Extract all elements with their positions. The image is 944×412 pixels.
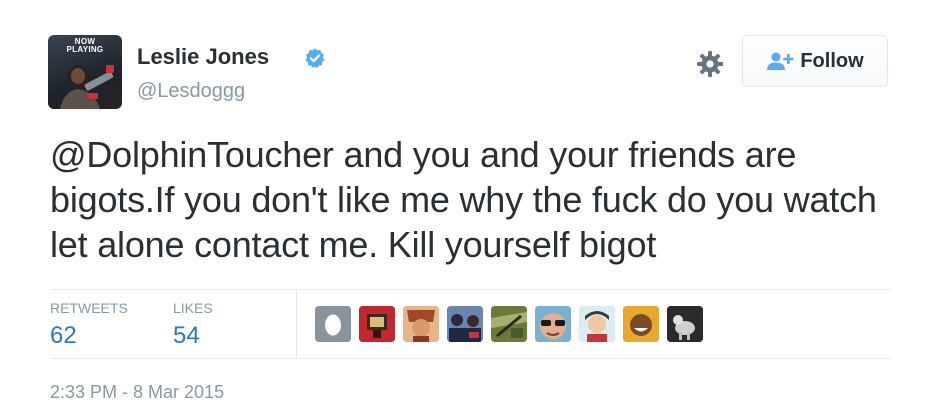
- retweets-label: RETWEETS: [50, 300, 128, 316]
- avatar-badge: NOW PLAYING: [66, 37, 104, 54]
- liker-avatar[interactable]: [403, 306, 439, 342]
- stats-divider-top: [50, 289, 890, 290]
- follow-button-label: Follow: [800, 49, 864, 72]
- dog-photo-avatar-icon: [667, 306, 703, 342]
- user-avatar[interactable]: NOW PLAYING: [48, 35, 122, 109]
- stats-divider-vertical: [296, 290, 297, 358]
- cartoon-boy-avatar-icon: [579, 306, 615, 342]
- liker-avatar[interactable]: [447, 306, 483, 342]
- likes-label: LIKES: [173, 300, 213, 316]
- tweet-timestamp[interactable]: 2:33 PM - 8 Mar 2015: [50, 381, 224, 403]
- likes-stat[interactable]: LIKES 54: [173, 300, 213, 351]
- landscape-avatar-icon: [491, 306, 527, 342]
- gear-icon[interactable]: [696, 50, 724, 78]
- display-name[interactable]: Leslie Jones: [137, 43, 269, 71]
- likers-avatar-list: [315, 306, 711, 342]
- verified-badge-icon: [305, 48, 325, 68]
- liker-avatar[interactable]: [491, 306, 527, 342]
- liker-avatar[interactable]: [359, 306, 395, 342]
- likes-count: 54: [173, 322, 200, 349]
- default-egg-avatar-icon: [315, 306, 351, 342]
- stats-divider-bottom: [50, 358, 890, 359]
- retweets-stat[interactable]: RETWEETS 62: [50, 300, 128, 351]
- tweet-text: @DolphinToucher and you and your friends…: [50, 134, 877, 265]
- user-handle[interactable]: @Lesdoggg: [137, 79, 245, 103]
- liker-avatar[interactable]: [579, 306, 615, 342]
- follow-button[interactable]: Follow: [742, 35, 888, 87]
- follow-user-icon: [767, 52, 794, 70]
- cartoon-face-avatar-icon: [403, 306, 439, 342]
- smiling-person-avatar-icon: [623, 306, 659, 342]
- red-avatar-icon: [359, 306, 395, 342]
- liker-avatar[interactable]: [667, 306, 703, 342]
- liker-avatar[interactable]: [623, 306, 659, 342]
- liker-avatar[interactable]: [535, 306, 571, 342]
- liker-avatar[interactable]: [315, 306, 351, 342]
- retweets-count: 62: [50, 322, 77, 349]
- group-photo-avatar-icon: [447, 306, 483, 342]
- sunglasses-avatar-icon: [535, 306, 571, 342]
